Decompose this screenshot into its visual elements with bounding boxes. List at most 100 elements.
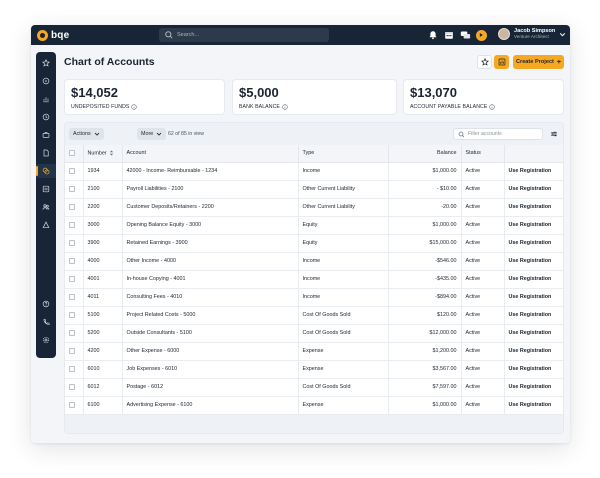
global-search[interactable]	[159, 28, 329, 42]
reports-button[interactable]	[494, 55, 509, 69]
row-checkbox[interactable]	[69, 185, 75, 192]
table-row[interactable]: 3900 Retained Earnings - 3900 Equity $15,00…	[65, 234, 563, 253]
favorite-button[interactable]	[477, 55, 492, 69]
help-icon	[42, 300, 50, 308]
table-row[interactable]: 4000 Other Income - 4000 Income -$546.00 Act…	[65, 252, 563, 271]
use-registration-link[interactable]: Use Registration	[504, 216, 563, 235]
table-row[interactable]: 1934 42000 - Income- Reimbursable - 1234 I…	[65, 162, 563, 181]
info-icon[interactable]	[131, 104, 138, 110]
column-settings-button[interactable]	[549, 129, 559, 139]
row-select-cell[interactable]	[65, 198, 84, 217]
table-row[interactable]: 4001 In-house Copying - 4001 Income -$435.0…	[65, 270, 563, 289]
actions-dropdown[interactable]: Actions	[69, 128, 104, 140]
use-registration-link[interactable]: Use Registration	[504, 288, 563, 307]
row-select-cell[interactable]	[65, 252, 84, 271]
use-registration-link[interactable]: Use Registration	[504, 342, 563, 361]
bell-icon[interactable]	[427, 29, 439, 41]
row-select-cell[interactable]	[65, 162, 84, 181]
table-row[interactable]: 2100 Payroll Liabilities - 2100 Other Curr…	[65, 180, 563, 199]
sidebar-item-organization[interactable]	[36, 218, 56, 232]
use-registration-link[interactable]: Use Registration	[504, 270, 563, 289]
table-row[interactable]: 2200 Customer Deposits/Retainers - 2200 Ot…	[65, 198, 563, 217]
create-project-button[interactable]: Create Project +	[513, 55, 564, 69]
filter-accounts[interactable]	[453, 128, 543, 140]
use-registration-link[interactable]: Use Registration	[504, 306, 563, 325]
user-menu[interactable]: Jacob Simpson Venture Architect	[498, 28, 566, 40]
filter-input[interactable]	[468, 131, 538, 137]
column-header-account[interactable]: Account	[122, 145, 299, 163]
row-select-cell[interactable]	[65, 324, 84, 343]
row-select-cell[interactable]	[65, 360, 84, 379]
use-registration-link[interactable]: Use Registration	[504, 162, 563, 181]
select-all-cell[interactable]	[65, 145, 84, 163]
logo[interactable]: bqe	[37, 29, 69, 41]
info-icon[interactable]	[282, 104, 288, 110]
row-select-cell[interactable]	[65, 216, 84, 235]
row-checkbox[interactable]	[69, 239, 75, 246]
sidebar-item-support[interactable]	[36, 315, 56, 329]
use-registration-link[interactable]: Use Registration	[504, 252, 563, 271]
row-checkbox[interactable]	[69, 293, 75, 300]
use-registration-link[interactable]: Use Registration	[504, 396, 563, 415]
row-checkbox[interactable]	[69, 257, 75, 264]
column-header-number[interactable]: Number	[83, 145, 123, 163]
kpi-bank-balance: $5,000 BANK BALANCE	[232, 79, 397, 115]
info-icon[interactable]	[489, 104, 496, 110]
table-row[interactable]: 5200 Outside Consultants - 5100 Cost Of Go…	[65, 324, 563, 343]
row-select-cell[interactable]	[65, 180, 84, 199]
row-checkbox[interactable]	[69, 383, 75, 390]
table-row[interactable]: 6100 Advertising Expense - 6100 Expense $1,…	[65, 396, 563, 415]
row-select-cell[interactable]	[65, 396, 84, 415]
use-registration-link[interactable]: Use Registration	[504, 180, 563, 199]
account-name: Opening Balance Equity - 3000	[122, 216, 299, 235]
row-checkbox[interactable]	[69, 329, 75, 336]
sidebar-item-time[interactable]	[36, 110, 56, 124]
use-registration-link[interactable]: Use Registration	[504, 198, 563, 217]
sidebar-item-billing[interactable]	[36, 146, 56, 160]
sidebar-item-accounting[interactable]	[36, 164, 56, 178]
row-checkbox[interactable]	[69, 347, 75, 354]
chat-icon[interactable]	[459, 29, 471, 41]
column-header-type[interactable]: Type	[298, 145, 389, 163]
sidebar-item-reports[interactable]	[36, 92, 56, 106]
sidebar-item-contacts[interactable]	[36, 200, 56, 214]
row-checkbox[interactable]	[69, 167, 75, 174]
column-header-status[interactable]: Status	[461, 145, 505, 163]
row-select-cell[interactable]	[65, 288, 84, 307]
row-select-cell[interactable]	[65, 378, 84, 397]
sort-icon[interactable]	[109, 150, 114, 156]
row-checkbox[interactable]	[69, 203, 75, 210]
table-row[interactable]: 5100 Project Related Costs - 5000 Cost Of …	[65, 306, 563, 325]
row-checkbox[interactable]	[69, 401, 75, 408]
table-row[interactable]: 4200 Other Expense - 6000 Expense $1,200.00…	[65, 342, 563, 361]
sidebar-item-home[interactable]	[36, 74, 56, 88]
use-registration-link[interactable]: Use Registration	[504, 360, 563, 379]
table-row[interactable]: 6012 Postage - 6012 Cost Of Goods Sold $7,5…	[65, 378, 563, 397]
calendar-icon[interactable]	[443, 29, 455, 41]
sidebar-item-favorites[interactable]	[36, 56, 56, 70]
row-select-cell[interactable]	[65, 342, 84, 361]
use-registration-link[interactable]: Use Registration	[504, 324, 563, 343]
row-select-cell[interactable]	[65, 306, 84, 325]
search-input[interactable]	[177, 32, 317, 38]
use-registration-link[interactable]: Use Registration	[504, 378, 563, 397]
select-all-checkbox[interactable]	[69, 150, 75, 157]
more-dropdown[interactable]: More	[137, 128, 167, 140]
use-registration-link[interactable]: Use Registration	[504, 234, 563, 253]
table-row[interactable]: 6010 Job Expenses - 6010 Expense $3,567.00 A…	[65, 360, 563, 379]
timer-button[interactable]	[475, 29, 487, 41]
table-row[interactable]: 3000 Opening Balance Equity - 3000 Equity $…	[65, 216, 563, 235]
row-select-cell[interactable]	[65, 234, 84, 253]
row-checkbox[interactable]	[69, 221, 75, 228]
column-header-balance[interactable]: Balance	[388, 145, 462, 163]
sidebar-item-projects[interactable]	[36, 128, 56, 142]
sidebar-item-settings[interactable]	[36, 333, 56, 347]
row-checkbox[interactable]	[69, 365, 75, 372]
search-icon	[165, 31, 173, 39]
table-row[interactable]: 4011 Consulting Fees - 4010 Income -$894.00…	[65, 288, 563, 307]
row-checkbox[interactable]	[69, 275, 75, 282]
row-checkbox[interactable]	[69, 311, 75, 318]
sidebar-item-help[interactable]	[36, 297, 56, 311]
sidebar-item-ledger[interactable]	[36, 182, 56, 196]
row-select-cell[interactable]	[65, 270, 84, 289]
